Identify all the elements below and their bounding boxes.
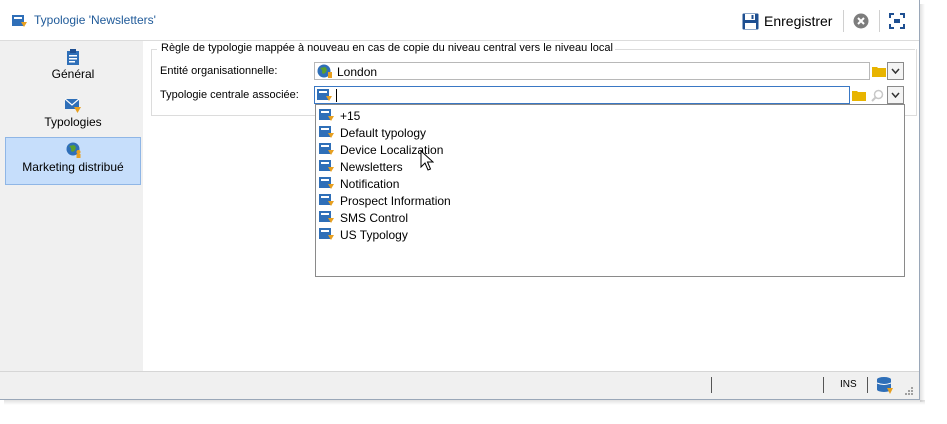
- typology-icon: [319, 143, 334, 155]
- dropdown-option-label: Default typology: [340, 126, 427, 140]
- typology-icon: [319, 177, 334, 189]
- entity-label: Entité organisationnelle:: [160, 65, 278, 77]
- globe-person-icon: [317, 64, 332, 78]
- dropdown-option-label: Notification: [340, 177, 400, 191]
- sidebar-item-label: Marketing distribué: [22, 160, 124, 174]
- central-search-button[interactable]: [869, 86, 886, 104]
- dropdown-option-label: +15: [340, 109, 361, 123]
- dropdown-option[interactable]: US Typology: [317, 226, 903, 243]
- sidebar-item-typologies[interactable]: Typologies: [5, 93, 141, 141]
- dropdown-option[interactable]: +15: [317, 107, 903, 124]
- chevron-down-icon: [891, 68, 900, 74]
- sidebar-item-label: Général: [51, 67, 95, 81]
- entity-value: London: [337, 65, 378, 79]
- central-browse-button[interactable]: [850, 86, 867, 104]
- toolbar-divider-2: [879, 10, 880, 32]
- sidebar-item-general[interactable]: Général: [5, 45, 141, 93]
- status-divider: [711, 377, 712, 393]
- typology-icon: [319, 160, 334, 172]
- entity-dropdown-button[interactable]: [887, 62, 904, 80]
- typology-icon: [319, 194, 334, 206]
- typology-icon: [319, 109, 334, 121]
- status-divider: [867, 377, 868, 393]
- central-typology-label: Typologie centrale associée:: [160, 89, 299, 101]
- text-caret: [336, 89, 337, 102]
- central-typology-field[interactable]: [314, 86, 850, 104]
- entity-field[interactable]: London: [314, 62, 870, 80]
- title-bar: Typologie 'Newsletters' Enregistrer: [0, 0, 919, 41]
- folder-icon: [871, 66, 886, 77]
- maximize-button[interactable]: [887, 11, 907, 31]
- dropdown-option-label: Prospect Information: [340, 194, 451, 208]
- dropdown-option-label: SMS Control: [340, 211, 409, 225]
- magnifier-icon: [871, 89, 884, 102]
- dropdown-option-label: US Typology: [340, 228, 408, 242]
- dropdown-option[interactable]: SMS Control: [317, 209, 903, 226]
- mouse-pointer-icon: [420, 150, 434, 171]
- cancel-button[interactable]: [851, 11, 871, 31]
- typology-icon: [319, 126, 334, 138]
- group-title: Règle de typologie mappée à nouveau en c…: [159, 42, 615, 54]
- typology-icon: [319, 211, 334, 223]
- save-button-label: Enregistrer: [764, 13, 833, 29]
- sidebar-item-label: Typologies: [44, 115, 102, 129]
- floppy-disk-icon: [742, 13, 759, 29]
- folder-icon: [851, 90, 866, 101]
- clipboard-icon: [67, 49, 79, 65]
- dropdown-option-label: Newsletters: [340, 160, 403, 174]
- resize-grip-icon[interactable]: [904, 386, 914, 396]
- dropdown-option[interactable]: Device Localization: [317, 141, 903, 158]
- group-border: [151, 49, 157, 50]
- chevron-down-icon: [891, 92, 900, 98]
- sidebar-item-distributed-marketing[interactable]: Marketing distribué: [5, 137, 141, 185]
- dropdown-option[interactable]: Notification: [317, 175, 903, 192]
- globe-person-icon: [66, 142, 81, 158]
- status-bar: INS: [0, 371, 919, 399]
- sidebar: Général Typologies Marketing distribué: [0, 41, 143, 371]
- window-title: Typologie 'Newsletters': [34, 13, 156, 27]
- insert-mode-indicator: INS: [840, 379, 857, 390]
- group-border: [613, 49, 915, 50]
- typology-dropdown-list: +15 Default typology Device Localization Ne…: [315, 104, 905, 277]
- dropdown-option[interactable]: Default typology: [317, 124, 903, 141]
- typology-icon: [317, 89, 332, 101]
- dropdown-option[interactable]: Newsletters: [317, 158, 903, 175]
- expand-icon: [889, 13, 905, 29]
- database-icon[interactable]: [876, 376, 894, 394]
- save-button[interactable]: Enregistrer: [742, 10, 832, 32]
- typology-icon: [12, 15, 27, 27]
- close-circle-icon: [853, 13, 869, 29]
- envelope-rules-icon: [65, 98, 81, 113]
- entity-browse-button[interactable]: [870, 62, 887, 80]
- status-divider: [823, 377, 824, 393]
- typology-icon: [319, 228, 334, 240]
- central-dropdown-button[interactable]: [887, 86, 904, 104]
- dropdown-option[interactable]: Prospect Information: [317, 192, 903, 209]
- toolbar-divider: [843, 10, 844, 32]
